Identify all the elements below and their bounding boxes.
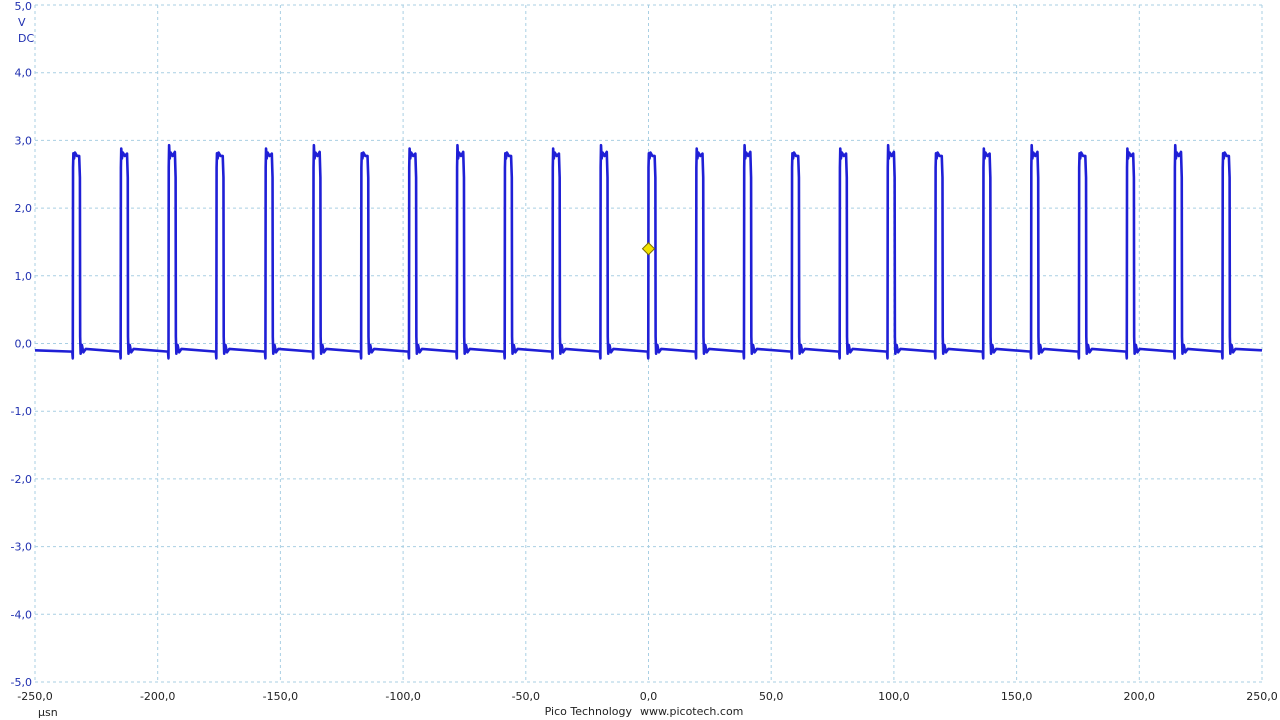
y-tick-label: 5,0: [15, 0, 33, 13]
y-tick-label: -3,0: [11, 541, 32, 554]
x-tick-label: 150,0: [1001, 690, 1033, 703]
x-tick-label: -250,0: [17, 690, 52, 703]
y-unit-label: V: [18, 16, 26, 29]
x-tick-label: 250,0: [1246, 690, 1278, 703]
y-tick-label: 2,0: [15, 202, 33, 215]
x-tick-label: 200,0: [1124, 690, 1156, 703]
y-tick-label: 4,0: [15, 67, 33, 80]
x-tick-label: -150,0: [263, 690, 298, 703]
x-tick-label: -200,0: [140, 690, 175, 703]
coupling-label: DC: [18, 32, 34, 45]
y-tick-label: -2,0: [11, 473, 32, 486]
trigger-marker[interactable]: [641, 242, 656, 256]
footer-url: www.picotech.com: [640, 705, 743, 718]
y-tick-label: 0,0: [15, 338, 33, 351]
y-tick-label: -4,0: [11, 608, 32, 621]
x-tick-label: 50,0: [759, 690, 784, 703]
y-tick-label: 3,0: [15, 134, 33, 147]
x-tick-label: -100,0: [385, 690, 420, 703]
x-tick-label: 0,0: [640, 690, 658, 703]
x-unit-label: µsn: [38, 706, 58, 719]
x-tick-label: 100,0: [878, 690, 910, 703]
y-tick-label: 1,0: [15, 270, 33, 283]
y-tick-label: -1,0: [11, 405, 32, 418]
oscilloscope-chart: -250,0 -200,0 -150,0 -100,0 -50,0 0,0 50,0 100,…: [11, 0, 1278, 719]
plot-area: [34, 143, 1263, 360]
footer-brand: Pico Technology: [545, 705, 633, 718]
x-tick-label: -50,0: [512, 690, 540, 703]
y-tick-label: -5,0: [11, 676, 32, 689]
